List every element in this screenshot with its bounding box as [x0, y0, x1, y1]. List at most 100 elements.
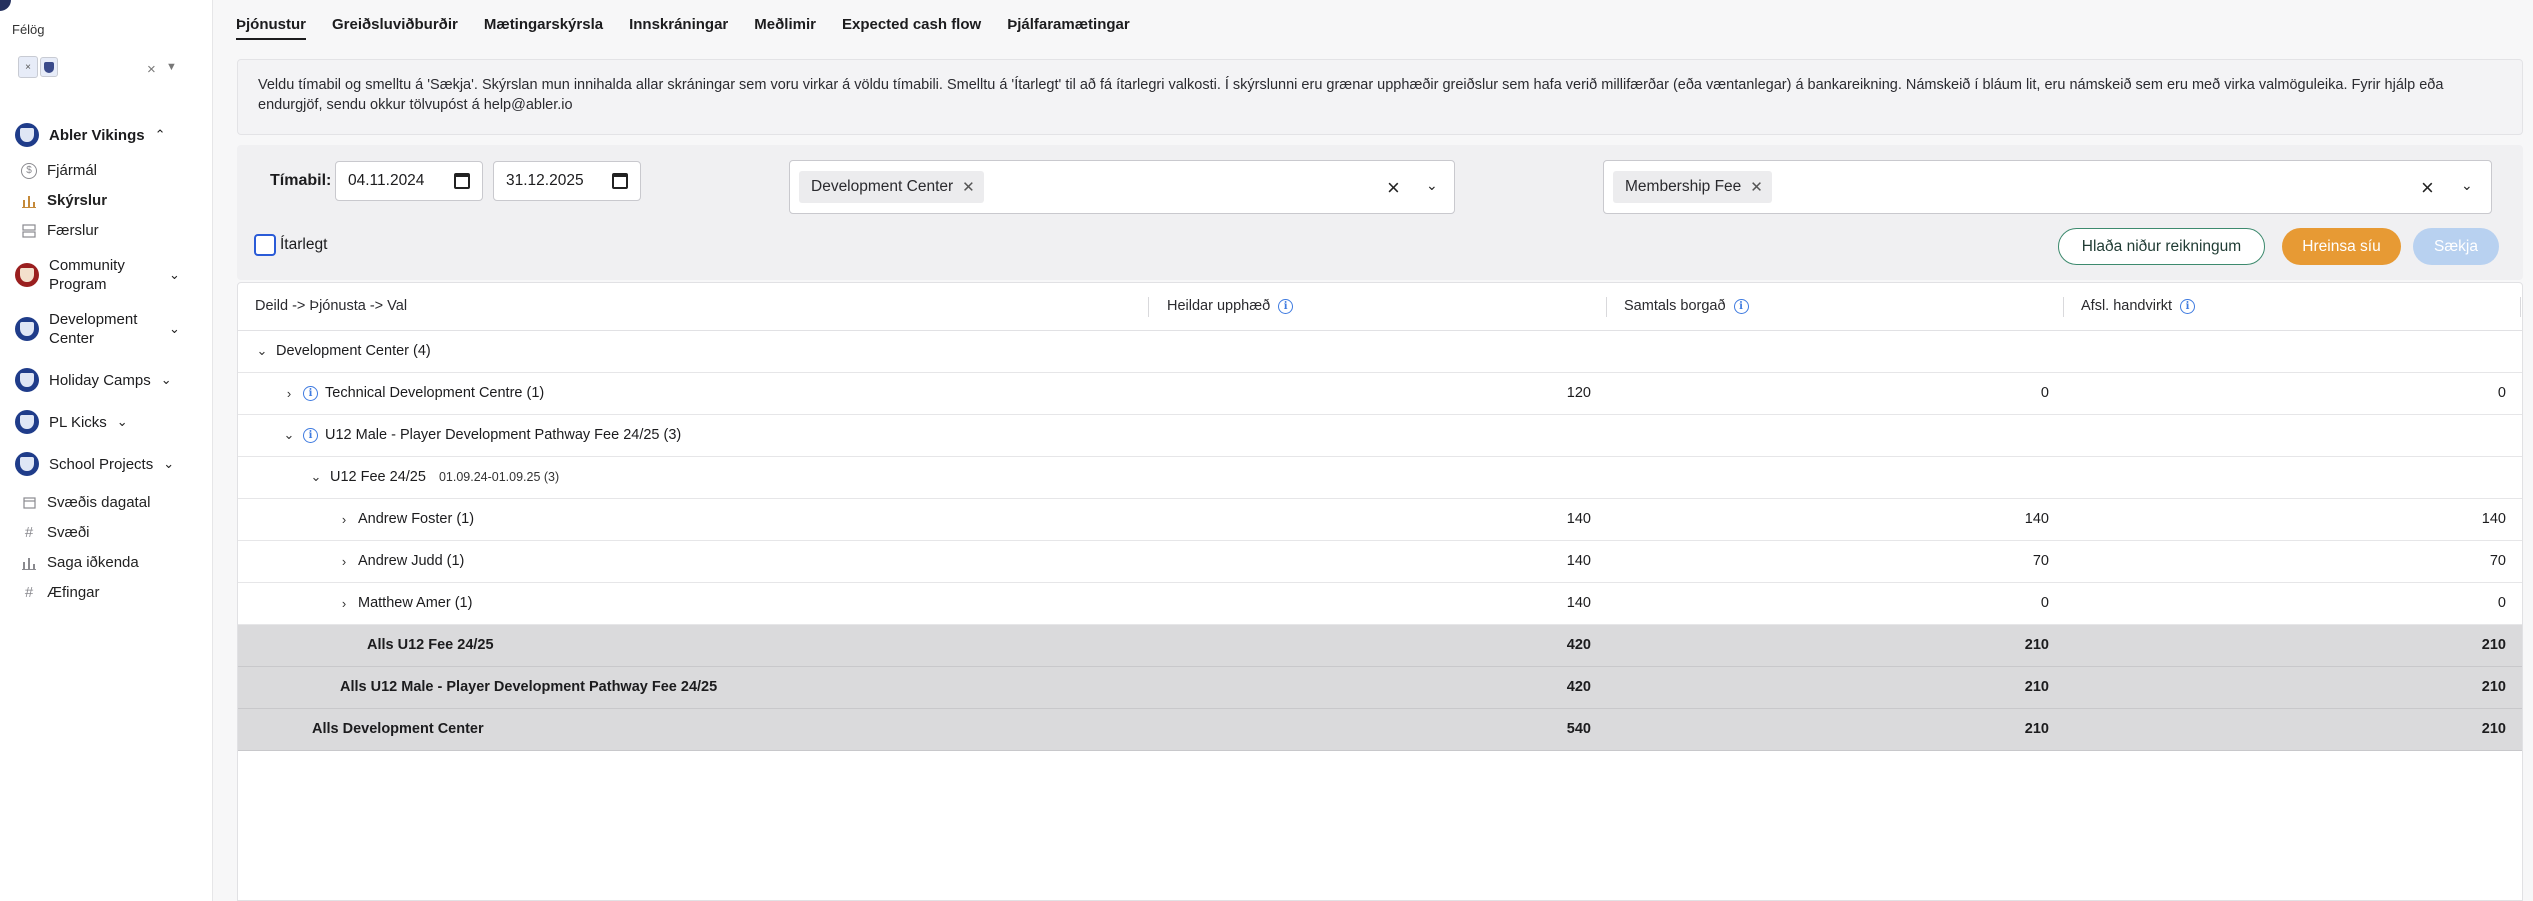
chevron-down-icon[interactable]: ⌄	[161, 372, 172, 388]
selected-org-chip[interactable]	[40, 57, 58, 77]
fetch-button[interactable]: Sækja	[2413, 228, 2499, 265]
department-select[interactable]: Development Center ✕ × ⌄	[789, 160, 1455, 214]
cell-discount: 0	[2497, 385, 2506, 401]
sidebar-org-school-projects[interactable]: School Projects ⌄	[15, 452, 174, 476]
column-divider[interactable]	[2520, 297, 2521, 317]
column-header-name[interactable]: Deild -> Þjónusta -> Val	[255, 298, 407, 314]
column-divider[interactable]	[1148, 297, 1149, 317]
chevron-right-icon[interactable]: ›	[337, 596, 351, 611]
sidebar-item-finance[interactable]: $ Fjármál	[21, 162, 97, 179]
user-avatar[interactable]	[0, 0, 11, 11]
cell-total: 120	[1566, 385, 1591, 401]
column-header-paid[interactable]: Samtals borgað i	[1624, 298, 1749, 314]
info-icon[interactable]: i	[303, 385, 318, 401]
info-icon[interactable]: i	[1278, 298, 1294, 314]
remove-tag-icon[interactable]: ✕	[962, 178, 975, 196]
table-row[interactable]: › i Technical Development Centre (1) 120 0…	[238, 373, 2522, 415]
info-icon[interactable]: i	[1733, 298, 1749, 314]
table-row[interactable]: ⌄ Development Center (4)	[238, 331, 2522, 373]
club-crest-icon	[15, 317, 39, 341]
tab-expected-cash-flow[interactable]: Expected cash flow	[842, 16, 981, 40]
dollar-circle-icon: $	[21, 162, 37, 179]
table-row[interactable]: › Andrew Foster (1) 140 140 140	[238, 499, 2522, 541]
tab-services[interactable]: Þjónustur	[236, 16, 306, 40]
calendar-icon[interactable]	[454, 173, 470, 189]
services-report-table: Deild -> Þjónusta -> Val Heildar upphæð …	[237, 282, 2523, 901]
chevron-down-icon[interactable]: ⌄	[282, 427, 296, 443]
sidebar-org-community-program[interactable]: Community Program ⌄	[15, 256, 180, 294]
cell-paid: 140	[2024, 511, 2049, 527]
chevron-down-icon[interactable]: ⌄	[163, 456, 174, 472]
chevron-right-icon[interactable]: ›	[337, 554, 351, 569]
sidebar-org-holiday-camps[interactable]: Holiday Camps ⌄	[15, 368, 172, 392]
chevron-right-icon[interactable]: ›	[337, 512, 351, 527]
sidebar-item-practices[interactable]: # Æfingar	[21, 584, 100, 601]
clear-selection-icon[interactable]: ×	[2421, 175, 2434, 201]
clear-selection-icon[interactable]: ×	[1387, 175, 1400, 201]
remove-tag-icon[interactable]: ✕	[1750, 178, 1763, 196]
sidebar-item-transactions[interactable]: Færslur	[21, 222, 99, 239]
clear-filter-button[interactable]: Hreinsa síu	[2282, 228, 2401, 265]
clear-org-icon[interactable]: ×	[147, 61, 156, 78]
sidebar-item-reports[interactable]: Skýrslur	[21, 192, 107, 209]
chevron-down-icon[interactable]: ⌄	[2461, 177, 2473, 194]
fee-select[interactable]: Membership Fee ✕ × ⌄	[1603, 160, 2492, 214]
sidebar-item-label: Fjármál	[47, 162, 98, 179]
sidebar-item-label: Svæðis dagatal	[47, 494, 151, 511]
column-divider[interactable]	[1606, 297, 1607, 317]
chevron-down-icon[interactable]: ⌄	[309, 469, 323, 485]
bar-chart-icon	[21, 555, 37, 571]
cell-discount: 210	[2481, 721, 2506, 737]
tab-attendance-report[interactable]: Mætingarskýrsla	[484, 16, 603, 40]
table-row[interactable]: ⌄ U12 Fee 24/25 01.09.24-01.09.25 (3)	[238, 457, 2522, 499]
cell-discount: 0	[2497, 595, 2506, 611]
list-icon	[21, 223, 37, 239]
org-dropdown-chevron-icon[interactable]: ▼	[166, 61, 177, 73]
column-divider[interactable]	[2063, 297, 2064, 317]
sidebar-org-pl-kicks[interactable]: PL Kicks ⌄	[15, 410, 128, 434]
sidebar-org-abler-vikings[interactable]: Abler Vikings ⌃	[15, 123, 166, 147]
table-row[interactable]: ⌄ i U12 Male - Player Development Pathway …	[238, 415, 2522, 457]
chevron-right-icon[interactable]: ›	[282, 386, 296, 401]
chevron-down-icon[interactable]: ⌄	[169, 267, 180, 283]
chevron-up-icon[interactable]: ⌃	[155, 127, 166, 143]
column-header-total[interactable]: Heildar upphæð i	[1167, 298, 1294, 314]
tab-members[interactable]: Meðlimir	[754, 16, 816, 40]
sidebar-org-development-center[interactable]: Development Center ⌄	[15, 310, 180, 348]
cell-paid: 210	[2024, 679, 2049, 695]
chevron-down-icon[interactable]: ⌄	[255, 343, 269, 359]
tab-payment-events[interactable]: Greiðsluviðburðir	[332, 16, 458, 40]
club-crest-icon	[15, 368, 39, 392]
cell-total: 420	[1566, 637, 1591, 653]
detailed-checkbox[interactable]	[254, 234, 276, 256]
subtotal-row: Alls U12 Fee 24/25 420 210 210	[238, 625, 2522, 667]
chevron-down-icon[interactable]: ⌄	[169, 321, 180, 337]
detailed-toggle[interactable]: Ítarlegt	[254, 234, 327, 256]
info-icon[interactable]: i	[2180, 298, 2196, 314]
calendar-icon	[21, 495, 37, 511]
download-invoices-button[interactable]: Hlaða niður reikningum	[2058, 228, 2265, 265]
calendar-icon[interactable]	[612, 173, 628, 189]
table-row[interactable]: › Matthew Amer (1) 140 0 0	[238, 583, 2522, 625]
info-icon[interactable]: i	[303, 427, 318, 443]
date-from-input[interactable]: 04.11.2024	[335, 161, 483, 201]
row-label: Andrew Foster (1)	[358, 511, 475, 527]
sidebar-item-area-calendar[interactable]: Svæðis dagatal	[21, 494, 150, 511]
row-label: Alls U12 Fee 24/25	[367, 637, 494, 653]
sidebar-item-areas[interactable]: # Svæði	[21, 524, 90, 541]
cell-paid: 0	[2040, 385, 2049, 401]
tab-coach-attendance[interactable]: Þjálfaramætingar	[1007, 16, 1130, 40]
sidebar-item-participant-history[interactable]: Saga iðkenda	[21, 554, 139, 571]
cell-discount: 210	[2481, 679, 2506, 695]
cell-total: 420	[1566, 679, 1591, 695]
chevron-down-icon[interactable]: ⌄	[1426, 177, 1438, 194]
cell-discount: 210	[2481, 637, 2506, 653]
table-row[interactable]: › Andrew Judd (1) 140 70 70	[238, 541, 2522, 583]
cell-total: 140	[1566, 511, 1591, 527]
column-header-discount[interactable]: Afsl. handvirkt i	[2081, 298, 2196, 314]
selected-org-chip-remove[interactable]: ×	[18, 56, 38, 78]
date-to-value: 31.12.2025	[506, 172, 584, 189]
date-to-input[interactable]: 31.12.2025	[493, 161, 641, 201]
tab-registrations[interactable]: Innskráningar	[629, 16, 728, 40]
chevron-down-icon[interactable]: ⌄	[117, 414, 128, 430]
